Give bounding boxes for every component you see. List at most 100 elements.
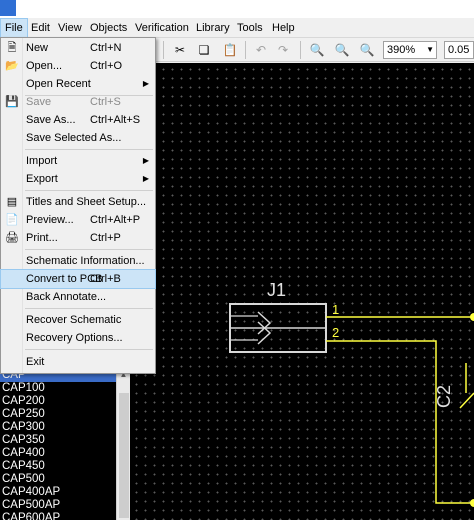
menu-item-label: Exit bbox=[26, 356, 45, 368]
schematic-drawing: J1 1 2 C2 bbox=[229, 280, 474, 507]
menu-item-label: Save Selected As... bbox=[26, 132, 122, 144]
menu-bar: File Edit View Objects Verification Libr… bbox=[0, 18, 474, 38]
menu-item-open[interactable]: 📂 Open... Ctrl+O bbox=[1, 57, 155, 75]
menu-item-label: Open... bbox=[26, 60, 63, 72]
title-strip bbox=[0, 0, 474, 18]
list-item[interactable]: CAP100 bbox=[0, 382, 116, 395]
file-menu-dropdown: 🗎 New Ctrl+N 📂 Open... Ctrl+O Open Recen… bbox=[0, 37, 156, 374]
menu-item-shortcut: Ctrl+Alt+S bbox=[90, 114, 141, 126]
menu-item-titles-sheet-setup[interactable]: ▤ Titles and Sheet Setup... bbox=[1, 193, 155, 211]
list-item[interactable]: CAP250 bbox=[0, 408, 116, 421]
toolbar-separator bbox=[300, 41, 301, 59]
menu-item-schematic-information[interactable]: Schematic Information... bbox=[1, 252, 155, 270]
pin-1-label: 1 bbox=[332, 302, 339, 317]
wires[interactable] bbox=[326, 313, 474, 507]
c2-reference-label: C2 bbox=[434, 385, 454, 408]
schematic-canvas[interactable]: J1 1 2 C2 bbox=[130, 63, 474, 520]
menu-item-new[interactable]: 🗎 New Ctrl+N bbox=[1, 39, 155, 57]
menu-separator bbox=[25, 349, 153, 350]
menu-item-shortcut: Ctrl+O bbox=[90, 60, 123, 72]
menu-item-open-recent[interactable]: Open Recent ▶ bbox=[1, 75, 155, 93]
menu-library[interactable]: Library bbox=[192, 18, 234, 38]
menu-item-label: Print... bbox=[26, 232, 58, 244]
list-item[interactable]: CAP400AP bbox=[0, 486, 116, 499]
submenu-arrow-icon: ▶ bbox=[142, 156, 149, 165]
menu-tools[interactable]: Tools bbox=[233, 18, 267, 38]
save-disk-icon: 💾 bbox=[5, 96, 19, 108]
menu-item-shortcut: Ctrl+P bbox=[90, 232, 121, 244]
menu-item-label: Export bbox=[26, 173, 58, 185]
menu-item-export[interactable]: Export ▶ bbox=[1, 170, 155, 188]
app-icon bbox=[0, 0, 16, 16]
menu-verification[interactable]: Verification bbox=[131, 18, 193, 38]
menu-item-label: New bbox=[26, 42, 49, 54]
list-item[interactable]: CAP350 bbox=[0, 434, 116, 447]
sheet-setup-icon: ▤ bbox=[6, 196, 18, 208]
zoom-fit-icon[interactable]: 🔍 bbox=[358, 41, 376, 59]
menu-file[interactable]: File bbox=[0, 18, 28, 38]
redo-icon[interactable]: ↷ bbox=[274, 41, 292, 59]
connector-j1[interactable]: J1 bbox=[229, 280, 327, 353]
menu-item-back-annotate[interactable]: Back Annotate... bbox=[1, 288, 155, 306]
menu-objects[interactable]: Objects bbox=[86, 18, 131, 38]
copy-icon[interactable]: ❏ bbox=[195, 41, 213, 59]
j1-reference-label: J1 bbox=[267, 280, 286, 300]
grid-size-select[interactable]: 0.05 in bbox=[444, 41, 474, 59]
menu-item-recover-schematic[interactable]: Recover Schematic bbox=[1, 311, 155, 329]
list-item[interactable]: CAP500 bbox=[0, 473, 116, 486]
menu-item-label: Schematic Information... bbox=[26, 255, 145, 267]
menu-item-label: Titles and Sheet Setup... bbox=[26, 196, 147, 208]
menu-edit[interactable]: Edit bbox=[27, 18, 54, 38]
menu-item-preview[interactable]: 📄 Preview... Ctrl+Alt+P bbox=[1, 211, 155, 229]
menu-item-label: Import bbox=[26, 155, 58, 167]
menu-item-label: Recovery Options... bbox=[26, 332, 123, 344]
menu-separator bbox=[25, 190, 153, 191]
menu-item-save-selected-as[interactable]: Save Selected As... bbox=[1, 129, 155, 147]
new-document-icon: 🗎 bbox=[7, 42, 17, 54]
submenu-arrow-icon: ▶ bbox=[142, 79, 149, 88]
print-preview-icon: 📄 bbox=[5, 214, 19, 226]
menu-item-print[interactable]: 🖨 Print... Ctrl+P bbox=[1, 229, 155, 247]
menu-separator bbox=[25, 308, 153, 309]
menu-item-shortcut: Ctrl+B bbox=[90, 273, 121, 285]
pin-2-label: 2 bbox=[332, 325, 339, 340]
menu-item-save-as[interactable]: Save As... Ctrl+Alt+S bbox=[1, 111, 155, 129]
list-item[interactable]: CAP600AP bbox=[0, 512, 116, 520]
menu-item-label: Preview... bbox=[26, 214, 74, 226]
zoom-in-icon[interactable]: 🔍 bbox=[308, 41, 326, 59]
menu-item-label: Recover Schematic bbox=[26, 314, 122, 326]
menu-item-shortcut: Ctrl+Alt+P bbox=[90, 214, 141, 226]
paste-icon[interactable]: 📋 bbox=[221, 41, 239, 59]
list-item[interactable]: CAP400 bbox=[0, 447, 116, 460]
menu-item-label: Save bbox=[26, 96, 52, 108]
submenu-arrow-icon: ▶ bbox=[142, 174, 149, 183]
open-folder-icon: 📂 bbox=[5, 60, 19, 72]
menu-help[interactable]: Help bbox=[268, 18, 299, 38]
menu-item-label: Open Recent bbox=[26, 78, 91, 90]
list-item[interactable]: CAP500AP bbox=[0, 499, 116, 512]
menu-item-label: Back Annotate... bbox=[26, 291, 107, 303]
menu-item-label: Save As... bbox=[26, 114, 76, 126]
menu-item-exit[interactable]: Exit bbox=[1, 353, 155, 371]
list-item[interactable]: CAP200 bbox=[0, 395, 116, 408]
toolbar-separator bbox=[245, 41, 246, 59]
list-item[interactable]: CAP300 bbox=[0, 421, 116, 434]
menu-separator bbox=[25, 149, 153, 150]
grid-value: 0.05 in bbox=[448, 44, 473, 56]
menu-item-save[interactable]: 💾 Save Ctrl+S bbox=[1, 93, 155, 111]
menu-item-shortcut: Ctrl+N bbox=[90, 42, 122, 54]
printer-icon: 🖨 bbox=[5, 232, 19, 244]
zoom-value: 390% bbox=[387, 44, 416, 56]
zoom-out-icon[interactable]: 🔍 bbox=[333, 41, 351, 59]
menu-view[interactable]: View bbox=[54, 18, 86, 38]
zoom-select[interactable]: 390% ▼ bbox=[383, 41, 437, 59]
list-item[interactable]: CAP450 bbox=[0, 460, 116, 473]
scrollbar-thumb[interactable] bbox=[119, 393, 129, 518]
undo-icon[interactable]: ↶ bbox=[252, 41, 270, 59]
menu-item-convert-to-pcb[interactable]: Convert to PCB Ctrl+B bbox=[0, 269, 156, 289]
cut-icon[interactable]: ✂ bbox=[171, 41, 189, 59]
menu-item-recovery-options[interactable]: Recovery Options... bbox=[1, 329, 155, 347]
menu-item-import[interactable]: Import ▶ bbox=[1, 152, 155, 170]
toolbar-separator bbox=[163, 41, 164, 59]
menu-item-shortcut: Ctrl+S bbox=[90, 96, 121, 108]
